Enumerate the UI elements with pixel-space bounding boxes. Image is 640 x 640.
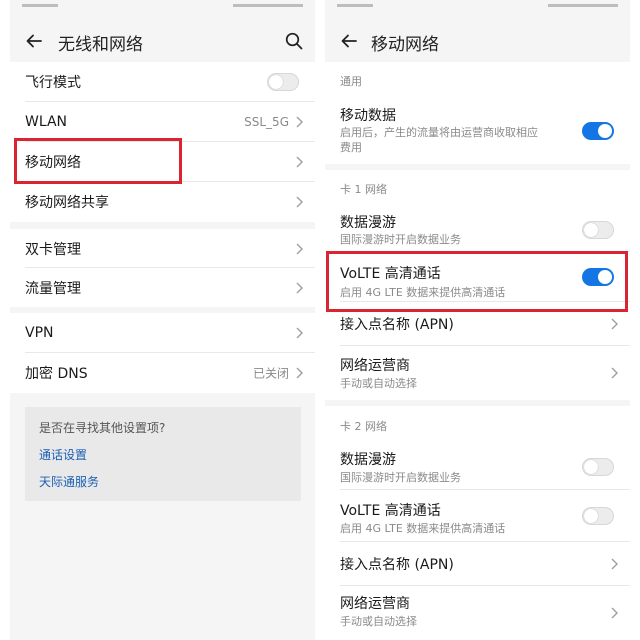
chevron-right-icon: [296, 116, 303, 128]
sim1-carrier-row[interactable]: 网络运营商 手动或自动选择: [325, 346, 630, 400]
search-button[interactable]: [277, 26, 311, 56]
sim1-data-roaming-toggle[interactable]: [582, 221, 614, 239]
sim2-volte-toggle[interactable]: [582, 507, 614, 525]
sim2-network-section: 卡 2 网络 数据漫游 国际漫游时开启数据业务 VoLTE 高清通话 启用 4G…: [325, 406, 630, 640]
volte-desc: 启用 4G LTE 数据来提供高清通话: [340, 286, 506, 299]
back-arrow-icon: [26, 34, 42, 48]
toggle-knob: [584, 223, 598, 237]
skytone-service-link[interactable]: 天际通服务: [39, 473, 99, 490]
volte-desc: 启用 4G LTE 数据来提供高清通话: [340, 522, 506, 535]
mobile-data-label: 移动数据: [340, 108, 396, 124]
section-header-sim2: 卡 2 网络: [340, 420, 387, 433]
wlan-label: WLAN: [25, 114, 68, 130]
mobile-network-row[interactable]: 移动网络: [10, 142, 315, 182]
data-roaming-label: 数据漫游: [340, 215, 396, 231]
sim1-network-section: 卡 1 网络 数据漫游 国际漫游时开启数据业务 VoLTE 高清通话 启用 4G…: [325, 170, 630, 400]
carrier-desc: 手动或自动选择: [340, 377, 417, 390]
data-roaming-desc: 国际漫游时开启数据业务: [340, 233, 461, 246]
sim1-apn-row[interactable]: 接入点名称 (APN): [325, 302, 630, 346]
app-bar: 移动网络: [325, 20, 630, 62]
mobile-data-desc: 启用后，产生的流量将由运营商收取相应: [340, 126, 538, 139]
suggestions-box: 是否在寻找其他设置项? 通话设置 天际通服务: [25, 407, 301, 501]
wlan-row[interactable]: WLAN SSL_5G: [10, 102, 315, 142]
toggle-knob: [598, 270, 612, 284]
mobile-hotspot-row[interactable]: 移动网络共享: [10, 182, 315, 222]
volte-label: VoLTE 高清通话: [340, 266, 441, 282]
chevron-right-icon: [296, 282, 303, 293]
data-roaming-desc: 国际漫游时开启数据业务: [340, 471, 461, 484]
vpn-dns-card: VPN 加密 DNS 已关闭: [10, 313, 315, 393]
toggle-knob: [584, 460, 598, 474]
apn-label: 接入点名称 (APN): [340, 557, 454, 573]
dual-sim-label: 双卡管理: [25, 241, 81, 258]
general-section: 通用 移动数据 启用后，产生的流量将由运营商收取相应 费用: [325, 62, 630, 164]
chevron-right-icon: [611, 318, 618, 330]
chevron-right-icon: [296, 367, 303, 379]
toggle-knob: [598, 124, 612, 138]
section-header-sim1: 卡 1 网络: [340, 183, 387, 196]
chevron-right-icon: [296, 327, 303, 339]
status-bar-right-icons: [548, 4, 618, 12]
carrier-label: 网络运营商: [340, 358, 410, 374]
search-icon: [285, 32, 303, 50]
network-settings-card: 飞行模式 WLAN SSL_5G 移动网络 移动网络共享: [10, 62, 315, 222]
back-button[interactable]: [18, 26, 52, 56]
page-title: 移动网络: [371, 35, 439, 55]
section-header-general: 通用: [340, 75, 362, 88]
status-bar-right-icons: [233, 4, 303, 12]
toggle-knob: [269, 75, 283, 89]
vpn-row[interactable]: VPN: [10, 313, 315, 353]
sim2-data-roaming-row[interactable]: 数据漫游 国际漫游时开启数据业务: [325, 444, 630, 490]
data-usage-label: 流量管理: [25, 280, 81, 297]
back-button[interactable]: [333, 26, 367, 56]
back-arrow-icon: [341, 34, 357, 48]
chevron-right-icon: [296, 196, 303, 208]
sim2-volte-row[interactable]: VoLTE 高清通话 启用 4G LTE 数据来提供高清通话: [325, 490, 630, 542]
airplane-mode-row[interactable]: 飞行模式: [10, 62, 315, 102]
sim-data-card: 双卡管理 流量管理: [10, 229, 315, 307]
toggle-knob: [584, 509, 598, 523]
chevron-right-icon: [611, 558, 618, 570]
sim1-volte-toggle[interactable]: [582, 268, 614, 286]
status-bar: [325, 0, 630, 16]
page-title: 无线和网络: [58, 35, 143, 55]
mobile-network-label: 移动网络: [25, 155, 81, 171]
sim1-volte-row[interactable]: VoLTE 高清通话 启用 4G LTE 数据来提供高清通话: [325, 252, 630, 302]
sim2-apn-row[interactable]: 接入点名称 (APN): [325, 542, 630, 586]
airplane-mode-toggle[interactable]: [267, 73, 299, 91]
carrier-label: 网络运营商: [340, 596, 410, 612]
suggestions-question: 是否在寻找其他设置项?: [39, 421, 166, 435]
chevron-right-icon: [296, 156, 303, 168]
carrier-desc: 手动或自动选择: [340, 615, 417, 628]
data-roaming-label: 数据漫游: [340, 452, 396, 468]
mobile-data-toggle[interactable]: [582, 122, 614, 140]
chevron-right-icon: [611, 607, 618, 619]
status-bar: [10, 0, 315, 16]
airplane-mode-label: 飞行模式: [25, 75, 81, 91]
apn-label: 接入点名称 (APN): [340, 317, 454, 333]
status-bar-left-icons: [22, 4, 58, 12]
private-dns-row[interactable]: 加密 DNS 已关闭: [10, 353, 315, 393]
sim2-data-roaming-toggle[interactable]: [582, 458, 614, 476]
status-bar-left-icons: [337, 4, 373, 12]
mobile-network-screen: 移动网络 通用 移动数据 启用后，产生的流量将由运营商收取相应 费用 卡 1 网…: [325, 0, 630, 640]
mobile-data-row[interactable]: 移动数据 启用后，产生的流量将由运营商收取相应 费用: [325, 98, 630, 164]
private-dns-status: 已关闭: [252, 366, 289, 381]
sim1-data-roaming-row[interactable]: 数据漫游 国际漫游时开启数据业务: [325, 208, 630, 252]
mobile-data-desc-line2: 费用: [340, 141, 362, 154]
vpn-label: VPN: [25, 325, 54, 341]
volte-label: VoLTE 高清通话: [340, 503, 441, 519]
call-settings-link[interactable]: 通话设置: [39, 446, 87, 463]
dual-sim-row[interactable]: 双卡管理: [10, 229, 315, 268]
sim2-carrier-row[interactable]: 网络运营商 手动或自动选择: [325, 586, 630, 640]
chevron-right-icon: [611, 367, 618, 379]
wlan-network-name: SSL_5G: [244, 115, 289, 129]
data-usage-row[interactable]: 流量管理: [10, 268, 315, 307]
app-bar: 无线和网络: [10, 20, 315, 62]
chevron-right-icon: [296, 243, 303, 254]
private-dns-label: 加密 DNS: [25, 366, 88, 382]
mobile-hotspot-label: 移动网络共享: [25, 195, 109, 211]
wireless-networks-screen: 无线和网络 飞行模式 WLAN SSL_5G 移动网络 移动网络共享 双卡管理 …: [10, 0, 315, 640]
